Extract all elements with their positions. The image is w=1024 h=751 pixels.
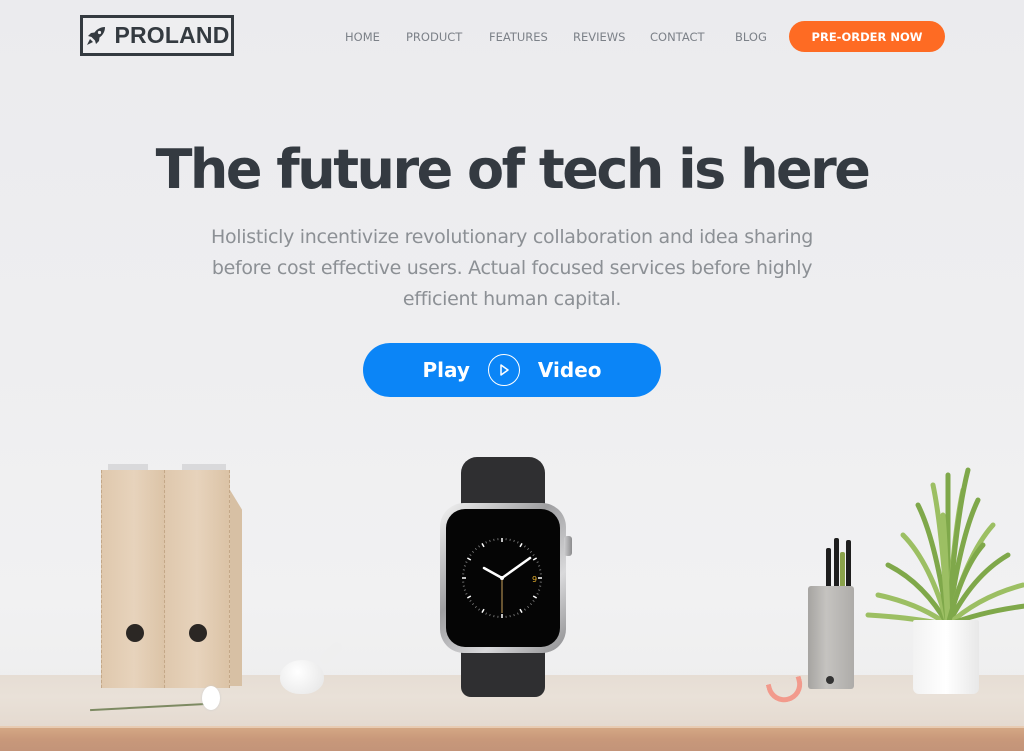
daisy-flower [202,686,220,710]
logo-text: PROLAND [114,22,230,48]
watch-tick [513,539,515,542]
hour-hand [482,566,504,580]
pre-order-button[interactable]: PRE-ORDER NOW [789,21,945,52]
pen [826,548,831,590]
watch-tick [519,542,523,548]
nav-product[interactable]: PRODUCT [406,30,462,44]
watch-tick [465,561,468,563]
bird-tail [318,640,344,666]
nav-contact[interactable]: CONTACT [650,30,705,44]
watch-tick [536,561,539,563]
nav-home[interactable]: HOME [345,30,380,44]
watch-tick [469,600,472,602]
rocket-icon [87,26,106,45]
magazine-holder [101,470,167,688]
logo[interactable]: PROLAND [80,15,234,56]
watch-tick [474,605,477,608]
ceramic-bird [280,660,324,694]
watch-tick [536,593,539,595]
play-label: Play [422,358,470,382]
watch-tick [463,565,466,567]
watch-tick [474,548,477,551]
watch-tick [517,612,519,615]
watch-tick [485,612,487,615]
nav-blog[interactable]: BLOG [735,30,767,44]
nav-reviews[interactable]: REVIEWS [573,30,625,44]
potted-plant [865,467,1024,628]
watch-tick [529,603,532,606]
watch-tick [529,550,532,553]
holder-hole [189,624,207,642]
watch-tick [489,614,491,617]
video-label: Video [537,358,602,382]
holder-hole [126,624,144,642]
watch-tick [532,557,538,561]
plant-pot [913,620,979,694]
play-video-button[interactable]: Play Video [363,343,661,397]
watch-tick [469,554,472,556]
watch-face: 9 [462,538,542,618]
watch-crown [564,536,572,556]
watch-tick [478,608,480,611]
watch-tick [472,603,475,606]
watch-tick [466,595,472,599]
minute-hand [500,556,532,580]
watch-tick [489,539,491,542]
watch-tick [532,595,538,599]
watch-tick [538,589,541,591]
watch-tick [532,600,535,602]
magazine-holder-side [230,490,242,686]
site-header: PROLAND HOME PRODUCT FEATURES REVIEWS CO… [0,0,1024,72]
watch-tick [472,550,475,553]
nav-features[interactable]: FEATURES [489,30,548,44]
watch-tick [513,614,515,617]
watch-tick [538,565,541,567]
watch-tick [524,545,526,548]
hero-title: The future of tech is here [155,138,871,201]
watch-tick [524,608,526,611]
play-circle-icon [487,354,520,386]
watch-date: 9 [532,575,537,584]
watch-tick [478,545,480,548]
watch-tick [466,557,472,561]
plant-leaf [945,467,971,628]
magazine-holder [164,470,230,688]
watch-tick [527,548,530,551]
watch-tick [527,605,530,608]
watch-tick [532,554,535,556]
watch-tick [481,542,485,548]
desk-front [0,728,1024,751]
watch-tick [463,589,466,591]
hero-subtitle: Holisticly incentivize revolutionary col… [211,226,813,310]
watch-tick [485,541,487,544]
watch-tick [465,593,468,595]
watch-tick [517,541,519,544]
pen [834,538,839,590]
watch-tick [481,608,485,614]
watch-tick [519,608,523,614]
hand-pivot [500,576,504,580]
pen-cup-hole [826,676,834,684]
